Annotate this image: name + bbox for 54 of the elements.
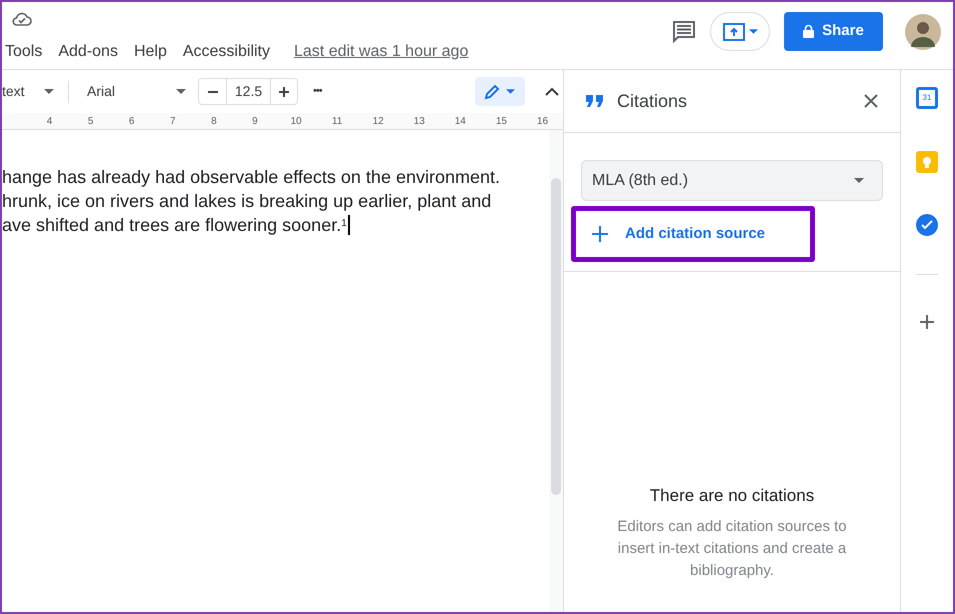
text-cursor <box>348 215 350 235</box>
dropdown-caret-icon[interactable] <box>176 89 186 94</box>
calendar-icon[interactable]: 31 <box>916 87 938 109</box>
editing-mode-button[interactable] <box>474 77 525 106</box>
add-icon[interactable] <box>920 315 934 329</box>
empty-state-text: Editors can add citation sources to insert in-text citations and create a bibliography. <box>616 517 848 581</box>
caret-icon <box>506 89 516 94</box>
close-icon[interactable] <box>864 94 878 108</box>
menu-item[interactable]: Add-ons <box>58 40 118 64</box>
minus-icon <box>208 90 218 92</box>
document-text: hange has already had observable effects on the environment. <box>2 166 500 189</box>
collapse-icon[interactable] <box>544 87 559 96</box>
share-button[interactable]: Share <box>784 12 883 51</box>
comment-icon[interactable] <box>672 20 696 44</box>
ruler-number: 13 <box>412 114 426 128</box>
ruler-number: 4 <box>46 114 54 128</box>
ruler-number: 12 <box>372 114 385 128</box>
font-dropdown[interactable]: Arial <box>87 81 167 102</box>
last-edit-link[interactable]: Last edit was 1 hour ago <box>294 40 468 64</box>
ruler-number: 9 <box>251 114 259 128</box>
menu-item[interactable]: Help <box>134 40 167 64</box>
caret-icon <box>748 29 758 34</box>
ruler-number: 11 <box>330 114 344 128</box>
upload-screen-icon <box>722 22 744 40</box>
more-button[interactable]: ••• <box>313 83 322 100</box>
ruler-number: 10 <box>289 114 303 128</box>
ruler-number: 7 <box>168 114 177 128</box>
ruler-number: 8 <box>210 114 218 128</box>
document-text: hrunk, ice on rivers and lakes is breaking up earlier, plant and <box>2 190 492 213</box>
checkmark-icon[interactable] <box>916 214 938 236</box>
plus-icon <box>279 86 289 96</box>
quote-icon <box>586 95 604 107</box>
cloud-saved-icon[interactable] <box>12 11 32 27</box>
ruler-number: 5 <box>86 114 94 128</box>
menu-item[interactable]: Tools <box>5 40 42 64</box>
scrollbar-thumb[interactable] <box>551 178 561 495</box>
pencil-icon <box>484 84 500 100</box>
caret-icon <box>854 178 864 183</box>
plus-icon <box>592 226 608 242</box>
ruler-number: 15 <box>494 114 508 128</box>
present-button[interactable] <box>710 12 770 51</box>
lock-icon <box>803 25 814 38</box>
add-citation-source-button[interactable]: Add citation source <box>571 206 815 262</box>
dropdown-caret-icon[interactable] <box>44 89 54 94</box>
panel-title: Citations <box>617 90 688 112</box>
menu-item[interactable]: Accessibility <box>182 40 270 64</box>
document-text: ave shifted and trees are flowering sooner.$^{1}$ <box>2 214 347 237</box>
ruler-number: 14 <box>454 114 467 128</box>
style-dropdown[interactable]: text <box>2 81 30 102</box>
avatar[interactable] <box>905 14 941 50</box>
empty-state-title: There are no citations <box>650 484 814 506</box>
ruler-number: 16 <box>536 114 550 128</box>
citation-style-dropdown[interactable]: MLA (8th ed.) <box>581 160 883 201</box>
ruler-number: 6 <box>128 114 136 128</box>
